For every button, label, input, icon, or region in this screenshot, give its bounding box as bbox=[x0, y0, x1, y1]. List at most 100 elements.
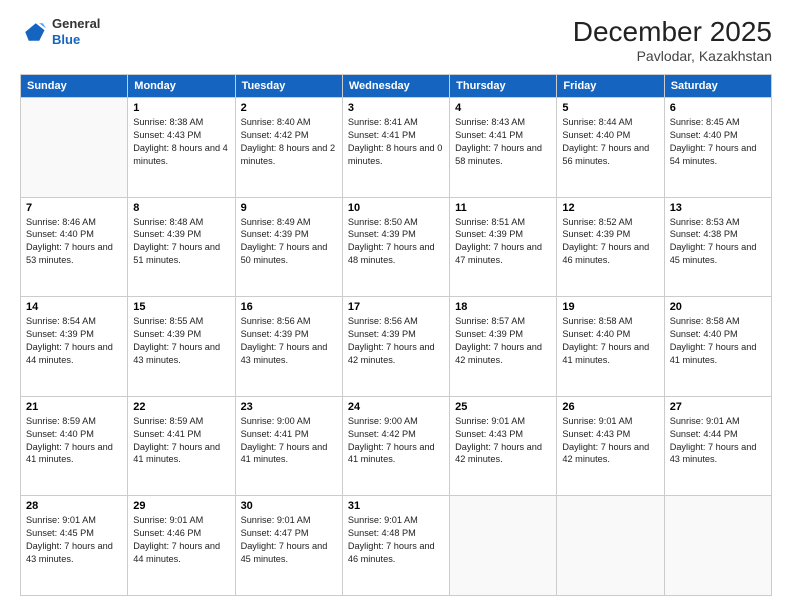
day-info: Sunrise: 8:46 AMSunset: 4:40 PMDaylight:… bbox=[26, 216, 122, 268]
day-number: 8 bbox=[133, 202, 229, 214]
day-number: 25 bbox=[455, 401, 551, 413]
calendar-cell: 10 Sunrise: 8:50 AMSunset: 4:39 PMDayligh… bbox=[342, 197, 449, 297]
day-info: Sunrise: 9:01 AMSunset: 4:47 PMDaylight:… bbox=[241, 514, 337, 566]
day-info: Sunrise: 8:44 AMSunset: 4:40 PMDaylight:… bbox=[562, 116, 658, 168]
day-info: Sunrise: 8:45 AMSunset: 4:40 PMDaylight:… bbox=[670, 116, 766, 168]
day-number: 21 bbox=[26, 401, 122, 413]
day-info: Sunrise: 8:59 AMSunset: 4:41 PMDaylight:… bbox=[133, 415, 229, 467]
day-number: 19 bbox=[562, 301, 658, 313]
day-number: 10 bbox=[348, 202, 444, 214]
calendar-cell: 8 Sunrise: 8:48 AMSunset: 4:39 PMDaylight… bbox=[128, 197, 235, 297]
calendar-cell: 3 Sunrise: 8:41 AMSunset: 4:41 PMDaylight… bbox=[342, 98, 449, 198]
day-number: 5 bbox=[562, 102, 658, 114]
weekday-header: Sunday bbox=[21, 75, 128, 98]
day-info: Sunrise: 8:50 AMSunset: 4:39 PMDaylight:… bbox=[348, 216, 444, 268]
calendar-cell: 15Sunrise: 8:55 AMSunset: 4:39 PMDayligh… bbox=[128, 297, 235, 397]
calendar-body: 1Sunrise: 8:38 AMSunset: 4:43 PMDaylight… bbox=[21, 98, 772, 596]
day-info: Sunrise: 8:56 AMSunset: 4:39 PMDaylight:… bbox=[241, 315, 337, 367]
calendar-cell: 9 Sunrise: 8:49 AMSunset: 4:39 PMDaylight… bbox=[235, 197, 342, 297]
month-title: December 2025 bbox=[573, 16, 772, 48]
calendar-cell: 26Sunrise: 9:01 AMSunset: 4:43 PMDayligh… bbox=[557, 396, 664, 496]
day-info: Sunrise: 8:54 AMSunset: 4:39 PMDaylight:… bbox=[26, 315, 122, 367]
logo-text: General Blue bbox=[52, 16, 100, 47]
day-info: Sunrise: 8:40 AMSunset: 4:42 PMDaylight:… bbox=[241, 116, 337, 168]
calendar-cell: 14 Sunrise: 8:54 AMSunset: 4:39 PMDayligh… bbox=[21, 297, 128, 397]
day-info: Sunrise: 8:57 AMSunset: 4:39 PMDaylight:… bbox=[455, 315, 551, 367]
calendar-cell bbox=[21, 98, 128, 198]
day-info: Sunrise: 9:01 AMSunset: 4:48 PMDaylight:… bbox=[348, 514, 444, 566]
calendar-week-row: 1Sunrise: 8:38 AMSunset: 4:43 PMDaylight… bbox=[21, 98, 772, 198]
calendar-cell bbox=[557, 496, 664, 596]
day-info: Sunrise: 8:58 AMSunset: 4:40 PMDaylight:… bbox=[670, 315, 766, 367]
day-info: Sunrise: 9:00 AMSunset: 4:41 PMDaylight:… bbox=[241, 415, 337, 467]
calendar-cell: 17Sunrise: 8:56 AMSunset: 4:39 PMDayligh… bbox=[342, 297, 449, 397]
calendar-cell: 4 Sunrise: 8:43 AMSunset: 4:41 PMDaylight… bbox=[450, 98, 557, 198]
calendar-cell: 24Sunrise: 9:00 AMSunset: 4:42 PMDayligh… bbox=[342, 396, 449, 496]
weekday-header: Monday bbox=[128, 75, 235, 98]
day-info: Sunrise: 8:53 AMSunset: 4:38 PMDaylight:… bbox=[670, 216, 766, 268]
day-info: Sunrise: 8:56 AMSunset: 4:39 PMDaylight:… bbox=[348, 315, 444, 367]
day-number: 16 bbox=[241, 301, 337, 313]
calendar-cell: 23 Sunrise: 9:00 AMSunset: 4:41 PMDayligh… bbox=[235, 396, 342, 496]
calendar-cell bbox=[450, 496, 557, 596]
day-info: Sunrise: 8:52 AMSunset: 4:39 PMDaylight:… bbox=[562, 216, 658, 268]
calendar-cell: 28 Sunrise: 9:01 AMSunset: 4:45 PMDayligh… bbox=[21, 496, 128, 596]
calendar-cell: 19 Sunrise: 8:58 AMSunset: 4:40 PMDayligh… bbox=[557, 297, 664, 397]
day-number: 4 bbox=[455, 102, 551, 114]
day-number: 20 bbox=[670, 301, 766, 313]
day-info: Sunrise: 9:01 AMSunset: 4:46 PMDaylight:… bbox=[133, 514, 229, 566]
title-block: December 2025 Pavlodar, Kazakhstan bbox=[573, 16, 772, 64]
calendar-cell: 16 Sunrise: 8:56 AMSunset: 4:39 PMDayligh… bbox=[235, 297, 342, 397]
weekday-header: Friday bbox=[557, 75, 664, 98]
calendar-week-row: 7 Sunrise: 8:46 AMSunset: 4:40 PMDaylight… bbox=[21, 197, 772, 297]
day-number: 7 bbox=[26, 202, 122, 214]
day-info: Sunrise: 8:49 AMSunset: 4:39 PMDaylight:… bbox=[241, 216, 337, 268]
day-number: 31 bbox=[348, 500, 444, 512]
day-number: 28 bbox=[26, 500, 122, 512]
day-info: Sunrise: 8:58 AMSunset: 4:40 PMDaylight:… bbox=[562, 315, 658, 367]
calendar-cell: 31 Sunrise: 9:01 AMSunset: 4:48 PMDayligh… bbox=[342, 496, 449, 596]
calendar-cell: 21 Sunrise: 8:59 AMSunset: 4:40 PMDayligh… bbox=[21, 396, 128, 496]
calendar-cell: 20 Sunrise: 8:58 AMSunset: 4:40 PMDayligh… bbox=[664, 297, 771, 397]
day-info: Sunrise: 8:48 AMSunset: 4:39 PMDaylight:… bbox=[133, 216, 229, 268]
day-info: Sunrise: 8:55 AMSunset: 4:39 PMDaylight:… bbox=[133, 315, 229, 367]
weekday-header: Thursday bbox=[450, 75, 557, 98]
day-number: 11 bbox=[455, 202, 551, 214]
day-number: 14 bbox=[26, 301, 122, 313]
calendar-week-row: 28 Sunrise: 9:01 AMSunset: 4:45 PMDayligh… bbox=[21, 496, 772, 596]
day-number: 22 bbox=[133, 401, 229, 413]
day-number: 18 bbox=[455, 301, 551, 313]
day-info: Sunrise: 8:59 AMSunset: 4:40 PMDaylight:… bbox=[26, 415, 122, 467]
calendar-header: SundayMondayTuesdayWednesdayThursdayFrid… bbox=[21, 75, 772, 98]
day-info: Sunrise: 9:01 AMSunset: 4:43 PMDaylight:… bbox=[455, 415, 551, 467]
page: General Blue December 2025 Pavlodar, Kaz… bbox=[0, 0, 792, 612]
day-number: 1 bbox=[133, 102, 229, 114]
day-info: Sunrise: 8:41 AMSunset: 4:41 PMDaylight:… bbox=[348, 116, 444, 168]
calendar-cell: 11 Sunrise: 8:51 AMSunset: 4:39 PMDayligh… bbox=[450, 197, 557, 297]
calendar-cell: 25 Sunrise: 9:01 AMSunset: 4:43 PMDayligh… bbox=[450, 396, 557, 496]
weekday-row: SundayMondayTuesdayWednesdayThursdayFrid… bbox=[21, 75, 772, 98]
logo-line1: General bbox=[52, 16, 100, 32]
calendar-cell: 12Sunrise: 8:52 AMSunset: 4:39 PMDayligh… bbox=[557, 197, 664, 297]
day-info: Sunrise: 8:51 AMSunset: 4:39 PMDaylight:… bbox=[455, 216, 551, 268]
day-number: 3 bbox=[348, 102, 444, 114]
weekday-header: Tuesday bbox=[235, 75, 342, 98]
calendar-cell: 18 Sunrise: 8:57 AMSunset: 4:39 PMDayligh… bbox=[450, 297, 557, 397]
calendar-cell: 30Sunrise: 9:01 AMSunset: 4:47 PMDayligh… bbox=[235, 496, 342, 596]
day-info: Sunrise: 8:43 AMSunset: 4:41 PMDaylight:… bbox=[455, 116, 551, 168]
calendar-week-row: 21 Sunrise: 8:59 AMSunset: 4:40 PMDayligh… bbox=[21, 396, 772, 496]
calendar-cell: 29Sunrise: 9:01 AMSunset: 4:46 PMDayligh… bbox=[128, 496, 235, 596]
day-number: 23 bbox=[241, 401, 337, 413]
calendar-cell: 6 Sunrise: 8:45 AMSunset: 4:40 PMDaylight… bbox=[664, 98, 771, 198]
calendar-week-row: 14 Sunrise: 8:54 AMSunset: 4:39 PMDayligh… bbox=[21, 297, 772, 397]
day-number: 2 bbox=[241, 102, 337, 114]
day-number: 9 bbox=[241, 202, 337, 214]
calendar-cell: 1Sunrise: 8:38 AMSunset: 4:43 PMDaylight… bbox=[128, 98, 235, 198]
day-number: 6 bbox=[670, 102, 766, 114]
location: Pavlodar, Kazakhstan bbox=[573, 48, 772, 64]
calendar-cell: 7 Sunrise: 8:46 AMSunset: 4:40 PMDaylight… bbox=[21, 197, 128, 297]
day-number: 13 bbox=[670, 202, 766, 214]
logo-icon bbox=[20, 18, 48, 46]
day-info: Sunrise: 9:01 AMSunset: 4:45 PMDaylight:… bbox=[26, 514, 122, 566]
calendar-cell: 22 Sunrise: 8:59 AMSunset: 4:41 PMDayligh… bbox=[128, 396, 235, 496]
